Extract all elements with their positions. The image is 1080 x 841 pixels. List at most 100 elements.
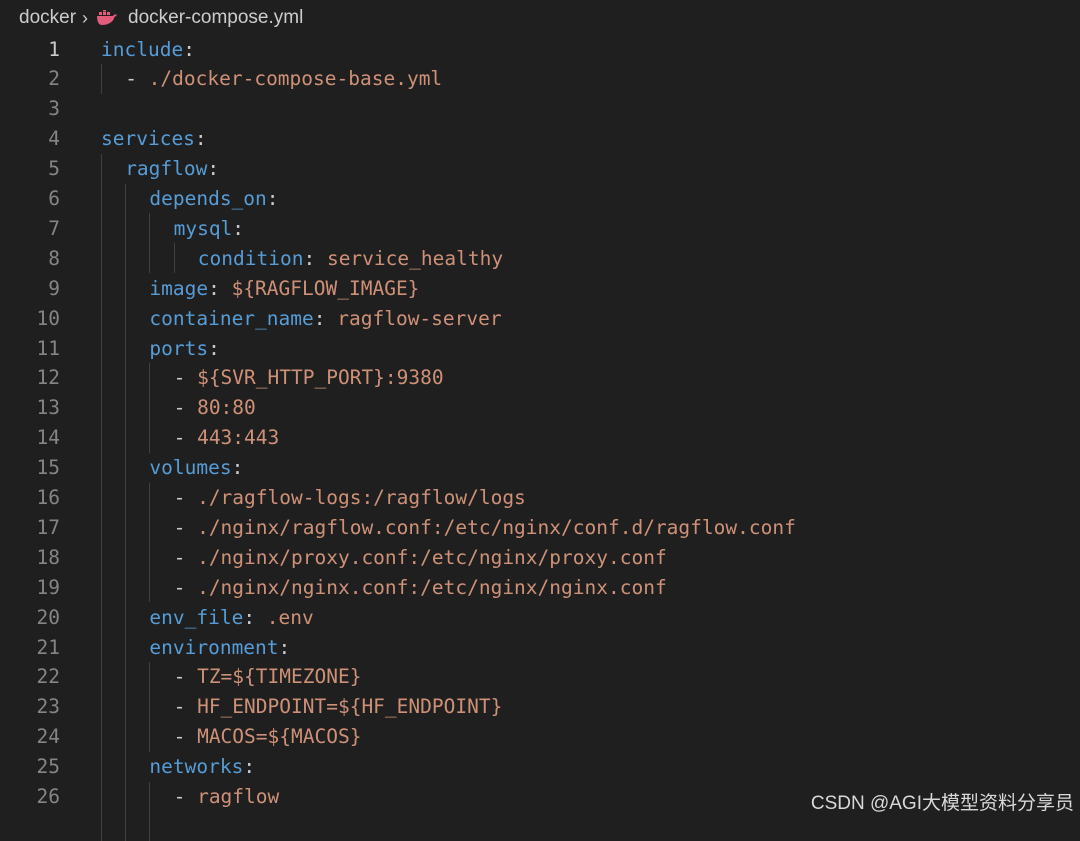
code-line[interactable]: 22- TZ=${TIMEZONE} — [0, 662, 1080, 692]
code-line[interactable]: 13 - 80:80 — [0, 393, 1080, 423]
list-dash: - — [174, 486, 197, 509]
list-dash: - — [174, 725, 197, 748]
code-line[interactable]: 4 services: — [0, 124, 1080, 154]
line-number: 17 — [0, 516, 60, 539]
list-dash: - — [174, 785, 197, 808]
line-number: 8 — [0, 247, 60, 270]
yaml-colon: : — [243, 755, 255, 778]
code-line[interactable]: 18- ./nginx/proxy.conf:/etc/nginx/proxy.… — [0, 542, 1080, 572]
line-number: 4 — [0, 127, 60, 150]
list-dash: - — [174, 426, 197, 449]
yaml-key: volumes — [149, 456, 231, 479]
line-number: 5 — [0, 157, 60, 180]
code-line[interactable]: 23- HF_ENDPOINT=${HF_ENDPOINT} — [0, 692, 1080, 722]
code-content: services: — [101, 127, 207, 150]
breadcrumb-file[interactable]: docker-compose.yml — [128, 7, 303, 29]
code-content: - 80:80 — [174, 396, 256, 419]
yaml-value: HF_ENDPOINT=${HF_ENDPOINT} — [197, 695, 502, 718]
code-content: mysql: — [174, 217, 244, 240]
code-content: ragflow: — [125, 157, 219, 180]
indent-guide — [125, 184, 126, 841]
line-number: 26 — [0, 785, 60, 808]
code-line[interactable]: 6depends_on: — [0, 184, 1080, 214]
code-content: - ./nginx/ragflow.conf:/etc/nginx/conf.d… — [174, 516, 796, 539]
indent-guide — [149, 483, 150, 603]
yaml-key: ports — [149, 337, 208, 360]
indent-guide — [149, 213, 150, 273]
yaml-value: ./ragflow-logs:/ragflow/logs — [197, 486, 526, 509]
code-content: - ./nginx/nginx.conf:/etc/nginx/nginx.co… — [174, 576, 667, 599]
code-content: - MACOS=${MACOS} — [174, 725, 362, 748]
yaml-colon: : — [208, 277, 231, 300]
line-number: 13 — [0, 396, 60, 419]
yaml-value: .env — [267, 606, 314, 629]
line-number: 9 — [0, 277, 60, 300]
yaml-colon: : — [314, 307, 337, 330]
yaml-key: environment — [149, 636, 278, 659]
code-content: depends_on: — [149, 187, 278, 210]
chevron-right-icon: › — [82, 8, 88, 29]
yaml-key: ragflow — [125, 157, 207, 180]
yaml-colon: : — [232, 456, 244, 479]
code-line[interactable]: 25networks: — [0, 752, 1080, 782]
code-content: - ragflow — [174, 785, 280, 808]
yaml-colon: : — [208, 337, 220, 360]
yaml-key: services — [101, 127, 195, 150]
yaml-colon: : — [279, 636, 291, 659]
code-line[interactable]: 19 - ./nginx/nginx.conf:/etc/nginx/nginx.… — [0, 572, 1080, 602]
code-line[interactable]: 8 condition: service_healthy — [0, 243, 1080, 273]
line-number: 11 — [0, 337, 60, 360]
watermark: CSDN @AGI大模型资料分享员 — [811, 788, 1074, 815]
line-number: 20 — [0, 606, 60, 629]
code-line[interactable]: 3 — [0, 94, 1080, 124]
code-content: volumes: — [149, 456, 243, 479]
indent-guide — [149, 782, 150, 841]
code-line[interactable]: 12- ${SVR_HTTP_PORT}:9380 — [0, 363, 1080, 393]
yaml-value: 443:443 — [197, 426, 279, 449]
code-content: - ./nginx/proxy.conf:/etc/nginx/proxy.co… — [174, 546, 667, 569]
yaml-colon: : — [243, 606, 266, 629]
breadcrumb-folder[interactable]: docker — [19, 7, 76, 29]
list-dash: - — [174, 516, 197, 539]
line-number: 1 — [0, 38, 60, 61]
line-number: 15 — [0, 456, 60, 479]
line-number: 24 — [0, 725, 60, 748]
code-line[interactable]: 7 mysql: — [0, 213, 1080, 243]
line-number: 23 — [0, 695, 60, 718]
code-line[interactable]: 17 - ./nginx/ragflow.conf:/etc/nginx/conf… — [0, 512, 1080, 542]
code-line[interactable]: 9 image: ${RAGFLOW_IMAGE} — [0, 273, 1080, 303]
code-line[interactable]: 14- 443:443 — [0, 423, 1080, 453]
code-content: env_file: .env — [149, 606, 313, 629]
code-line[interactable]: 15 volumes: — [0, 453, 1080, 483]
yaml-key: mysql — [174, 217, 233, 240]
line-number: 7 — [0, 217, 60, 240]
line-number: 19 — [0, 576, 60, 599]
yaml-colon: : — [183, 38, 195, 61]
line-number: 16 — [0, 486, 60, 509]
code-line[interactable]: 21 environment: — [0, 632, 1080, 662]
code-line[interactable]: 24 - MACOS=${MACOS} — [0, 722, 1080, 752]
line-number: 21 — [0, 636, 60, 659]
yaml-key: image — [149, 277, 208, 300]
list-dash: - — [174, 665, 197, 688]
code-content: condition: service_healthy — [198, 247, 503, 270]
code-line[interactable]: 16 - ./ragflow-logs:/ragflow/logs — [0, 483, 1080, 513]
yaml-value: 80:80 — [197, 396, 256, 419]
yaml-key: container_name — [149, 307, 313, 330]
indent-guide — [174, 243, 175, 273]
line-number: 10 — [0, 307, 60, 330]
yaml-value: service_healthy — [327, 247, 503, 270]
code-line[interactable]: 1include: — [0, 34, 1080, 64]
list-dash: - — [125, 67, 148, 90]
code-line[interactable]: 11 ports: — [0, 333, 1080, 363]
line-number: 2 — [0, 67, 60, 90]
code-line[interactable]: 2- ./docker-compose-base.yml — [0, 64, 1080, 94]
code-line[interactable]: 5 ragflow: — [0, 154, 1080, 184]
yaml-value: ./nginx/nginx.conf:/etc/nginx/nginx.conf — [197, 576, 667, 599]
yaml-value: ${RAGFLOW_IMAGE} — [232, 277, 420, 300]
code-editor[interactable]: 1include:2- ./docker-compose-base.yml34s… — [0, 34, 1080, 819]
code-line[interactable]: 10container_name: ragflow-server — [0, 303, 1080, 333]
list-dash: - — [174, 396, 197, 419]
code-line[interactable]: 20 env_file: .env — [0, 602, 1080, 632]
code-content: - 443:443 — [174, 426, 280, 449]
